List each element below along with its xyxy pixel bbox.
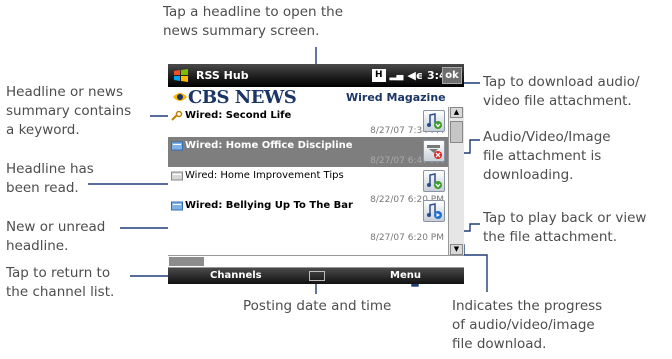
- channels-softkey[interactable]: Channels: [210, 270, 262, 281]
- callout-posting: Posting date and time: [243, 297, 391, 316]
- unread-icon: [171, 201, 183, 211]
- headline-item[interactable]: 8/27/07 6:20 PM: [168, 227, 448, 257]
- callout-keyword-line-3: a keyword.: [6, 122, 80, 138]
- download-attachment-button[interactable]: [423, 170, 445, 192]
- callout-playback-line-1: Tap to play back or view: [483, 210, 647, 226]
- callout-playback: Tap to play back or view the file attach…: [483, 209, 646, 247]
- headline-list: Wired: Second Life 8/27/07 7:34 PM Wired…: [168, 107, 448, 255]
- download-progress-fill: [169, 257, 204, 266]
- scrollbar[interactable]: ▲ ▼: [448, 107, 464, 255]
- headline-item-selected[interactable]: Wired: Home Office Discipline 8/27/07 6:…: [168, 137, 448, 167]
- callout-downloading: Audio/Video/Image file attachment is dow…: [483, 128, 611, 185]
- callout-read-line-1: Headline has: [6, 161, 94, 177]
- callout-progress-line-2: of audio/video/image: [452, 317, 595, 333]
- keyword-icon: [171, 111, 183, 121]
- callout-download: Tap to download audio/ video file attach…: [483, 73, 640, 111]
- callout-keyword-line-2: summary contains: [6, 103, 132, 119]
- feed-header: CBS NEWS Wired Magazine: [168, 87, 464, 108]
- callout-read: Headline has been read.: [6, 160, 94, 198]
- callout-download-line-1: Tap to download audio/: [483, 74, 640, 90]
- callout-progress: Indicates the progress of audio/video/im…: [452, 297, 602, 354]
- play-attachment-button[interactable]: [423, 200, 445, 222]
- play-icon: [427, 203, 442, 219]
- headline-item[interactable]: Wired: Bellying Up To The Bar 8/22/07 6:…: [168, 195, 448, 227]
- callout-unread: New or unread headline.: [6, 218, 105, 256]
- softkey-bar: Channels Menu: [168, 268, 464, 284]
- callout-top: Tap a headline to open the news summary …: [163, 3, 343, 41]
- title-bar: RSS Hub H ▂▄ ◀ϵ 3:45 ok: [168, 64, 464, 87]
- cbs-eye-logo-icon: [173, 93, 187, 101]
- callout-downloading-line-3: downloading.: [483, 167, 574, 183]
- read-icon: [171, 171, 183, 181]
- menu-softkey[interactable]: Menu: [390, 270, 421, 281]
- headline-item[interactable]: Wired: Second Life 8/27/07 7:34 PM: [168, 107, 448, 137]
- downloading-icon: [427, 145, 442, 159]
- callout-read-line-2: been read.: [6, 180, 79, 196]
- device-screen: RSS Hub H ▂▄ ◀ϵ 3:45 ok CBS NEWS Wired M…: [168, 64, 464, 284]
- callout-channel-list: Tap to return to the channel list.: [6, 264, 114, 302]
- channel-name: Wired Magazine: [346, 91, 446, 104]
- downloading-attachment-button[interactable]: [423, 140, 445, 162]
- callout-unread-line-2: headline.: [6, 238, 69, 254]
- posting-date: 8/27/07 6:20 PM: [370, 233, 444, 243]
- download-progress-bar: [168, 255, 464, 268]
- callout-keyword: Headline or news summary contains a keyw…: [6, 83, 131, 140]
- callout-playback-line-2: the file attachment.: [483, 229, 618, 245]
- audio-download-icon: [427, 113, 442, 129]
- windows-start-icon[interactable]: [172, 67, 190, 84]
- callout-keyword-line-1: Headline or news: [6, 84, 123, 100]
- unread-icon: [171, 141, 183, 151]
- callout-unread-line-1: New or unread: [6, 219, 106, 235]
- callout-channel-list-line-2: the channel list.: [6, 284, 115, 300]
- callout-progress-line-3: file download.: [452, 336, 547, 352]
- download-attachment-button[interactable]: [423, 110, 445, 132]
- keyboard-icon[interactable]: [309, 271, 325, 281]
- scroll-thumb[interactable]: [450, 121, 463, 143]
- headline-title: Wired: Second Life: [185, 110, 292, 121]
- callout-downloading-line-1: Audio/Video/Image: [483, 129, 611, 145]
- scroll-down-arrow-icon[interactable]: ▼: [450, 244, 463, 255]
- headline-title: Wired: Bellying Up To The Bar: [185, 200, 353, 211]
- app-title: RSS Hub: [196, 69, 249, 82]
- callout-posting-line-1: Posting date and time: [243, 298, 392, 314]
- headline-item[interactable]: Wired: Home Improvement Tips: [168, 167, 448, 197]
- callout-download-line-2: video file attachment.: [483, 93, 632, 109]
- volume-icon[interactable]: ◀ϵ: [407, 69, 423, 82]
- callout-progress-line-1: Indicates the progress: [452, 298, 603, 314]
- scroll-up-arrow-icon[interactable]: ▲: [450, 107, 463, 118]
- callout-top-line-1: Tap a headline to open the: [163, 4, 344, 20]
- callout-channel-list-line-1: Tap to return to: [6, 265, 111, 281]
- ok-button[interactable]: ok: [442, 67, 462, 84]
- connection-icon[interactable]: H: [372, 69, 386, 82]
- feed-logo: CBS NEWS: [188, 87, 297, 108]
- audio-download-icon: [427, 173, 442, 189]
- headline-title: Wired: Home Office Discipline: [185, 140, 353, 151]
- signal-icon[interactable]: ▂▄: [390, 71, 404, 81]
- headline-title: Wired: Home Improvement Tips: [185, 170, 344, 181]
- callout-top-line-2: news summary screen.: [163, 23, 320, 39]
- callout-downloading-line-2: file attachment is: [483, 148, 602, 164]
